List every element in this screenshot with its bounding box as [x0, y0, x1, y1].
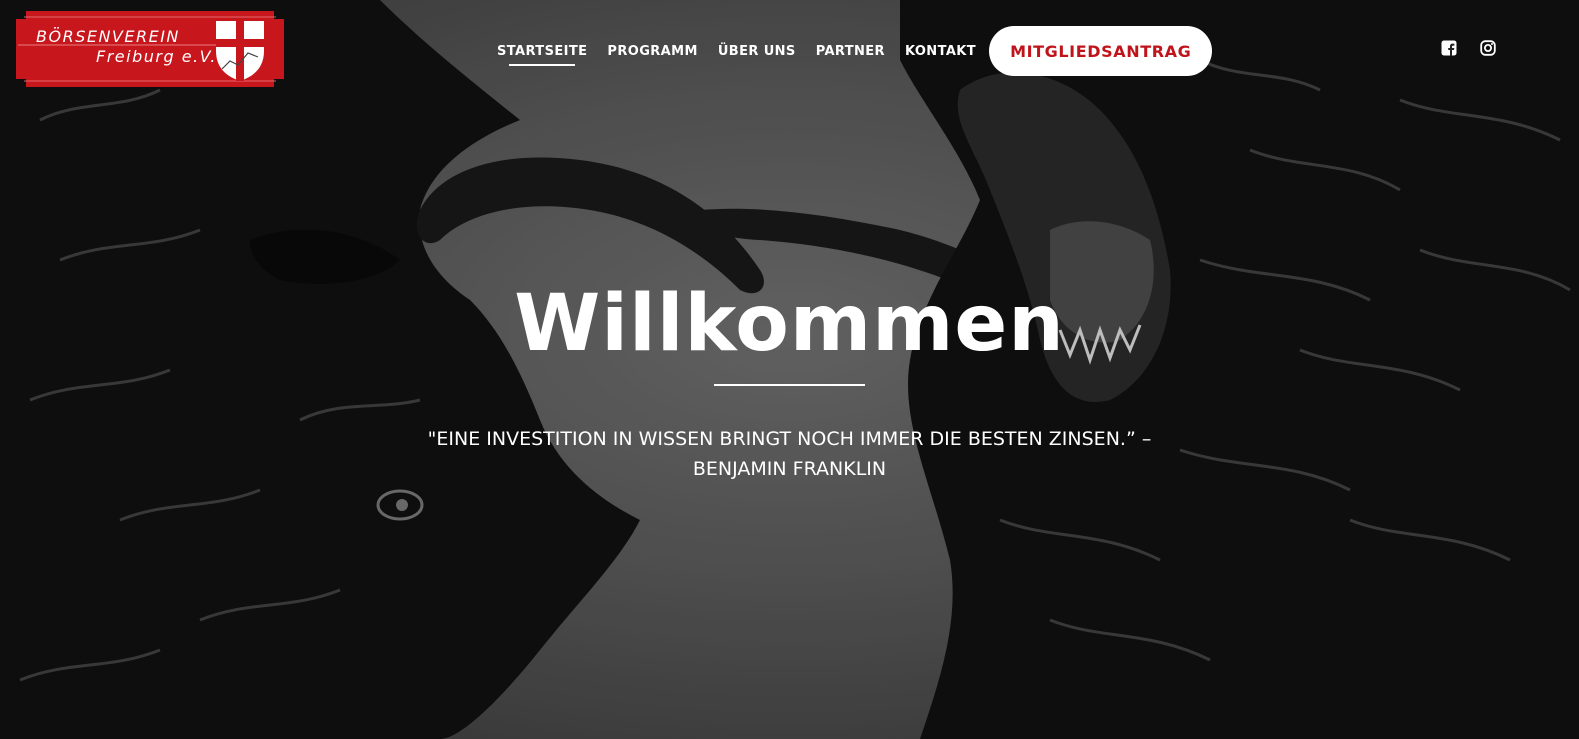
nav-item-partner[interactable]: PARTNER [816, 44, 885, 59]
nav-item-startseite[interactable]: STARTSEITE [497, 44, 587, 66]
facebook-icon[interactable] [1441, 40, 1457, 56]
membership-application-button[interactable]: MITGLIEDSANTRAG [989, 26, 1213, 76]
instagram-icon[interactable] [1480, 40, 1496, 56]
hero-section: BÖRSENVEREIN Freiburg e.V. STARTSEITE PR… [0, 0, 1579, 739]
title-divider [714, 384, 865, 386]
logo-text-line2: Freiburg e.V. [96, 47, 217, 66]
main-navigation: STARTSEITE PROGRAMM ÜBER UNS PARTNER KON… [497, 26, 1213, 76]
site-logo[interactable]: BÖRSENVEREIN Freiburg e.V. [16, 11, 284, 87]
logo-text-line1: BÖRSENVEREIN [36, 27, 180, 46]
nav-item-ueber-uns[interactable]: ÜBER UNS [718, 44, 796, 59]
quote-line-2: BENJAMIN FRANKLIN [692, 458, 887, 480]
nav-item-kontakt[interactable]: KONTAKT [905, 44, 976, 59]
hero-title: Willkommen [514, 279, 1065, 369]
quote-line-1: "EINE INVESTITION IN WISSEN BRINGT NOCH … [427, 428, 1152, 450]
hero-quote: "EINE INVESTITION IN WISSEN BRINGT NOCH … [0, 424, 1579, 484]
nav-item-programm[interactable]: PROGRAMM [607, 44, 697, 59]
